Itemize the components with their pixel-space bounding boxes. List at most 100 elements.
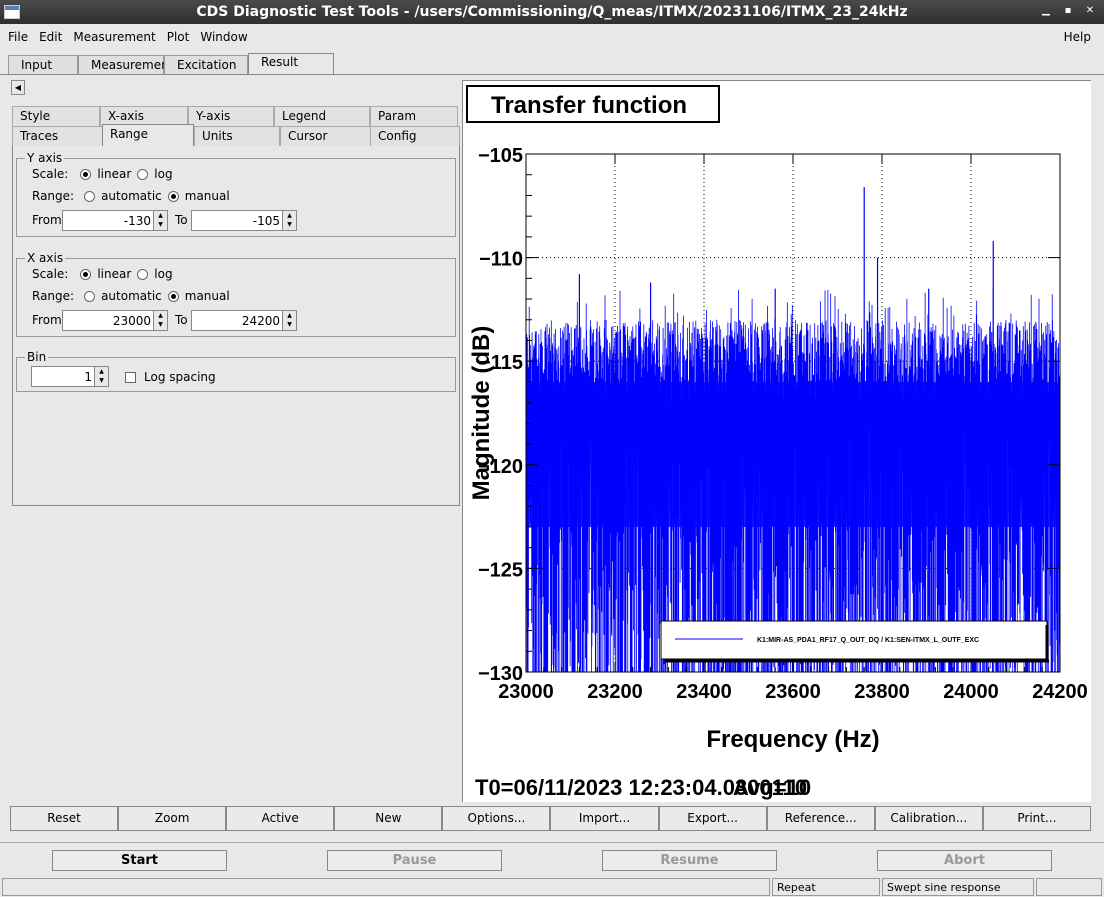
measurement-control-row: Start Pause Resume Abort xyxy=(0,842,1104,876)
subtab-y-axis[interactable]: Y-axis xyxy=(188,106,274,126)
y-range-manual-label: manual xyxy=(184,189,230,203)
menu-plot[interactable]: Plot xyxy=(163,30,194,44)
x-axis-legend: X axis xyxy=(27,251,64,265)
trace-dense-band xyxy=(526,381,1060,527)
tab-result[interactable]: Result xyxy=(248,53,334,75)
app-icon xyxy=(4,5,20,19)
tab-divider xyxy=(0,74,1104,75)
y-from-input[interactable]: -130 ▲ ▼ xyxy=(62,210,168,231)
y-to-spin-arrows-icon[interactable]: ▲ ▼ xyxy=(282,211,296,230)
menu-edit[interactable]: Edit xyxy=(35,30,66,44)
y-axis-legend: Y axis xyxy=(27,151,63,165)
resume-button[interactable]: Resume xyxy=(602,850,777,871)
reference-button[interactable]: Reference... xyxy=(766,806,875,831)
menu-measurement[interactable]: Measurement xyxy=(69,30,159,44)
x-tick-label: 23200 xyxy=(587,681,643,703)
x-scale-log-label: log xyxy=(154,267,173,281)
subtab-config[interactable]: Config xyxy=(370,126,460,146)
y-tick-label: −125 xyxy=(478,559,523,581)
plot-button-row: Reset Zoom Active New Options... Import.… xyxy=(10,806,1091,832)
x-scale-linear-radio[interactable] xyxy=(80,268,92,280)
subtab-traces[interactable]: Traces xyxy=(12,126,104,146)
menu-file[interactable]: File xyxy=(4,30,32,44)
subtab-cursor[interactable]: Cursor xyxy=(280,126,376,146)
y-to-input[interactable]: -105 ▲ ▼ xyxy=(191,210,297,231)
title-bar: CDS Diagnostic Test Tools - /users/Commi… xyxy=(0,0,1104,24)
x-range-automatic-radio[interactable] xyxy=(84,290,96,302)
start-button[interactable]: Start xyxy=(52,850,227,871)
log-spacing-checkbox[interactable] xyxy=(125,371,136,383)
x-tick-label: 24200 xyxy=(1032,681,1088,703)
legend-entry: K1:MIR-AS_PDA1_RF17_Q_OUT_DQ / K1:SEN-IT… xyxy=(757,637,979,644)
x-from-input[interactable]: 23000 ▲ ▼ xyxy=(62,310,168,331)
subtab-legend[interactable]: Legend xyxy=(274,106,370,126)
avg-count: Avg=10 xyxy=(733,775,811,800)
main-tabs: Input Measurement Excitation Result xyxy=(8,53,334,75)
x-range-label: Range: xyxy=(32,289,75,303)
print-button[interactable]: Print... xyxy=(982,806,1091,831)
log-spacing-label: Log spacing xyxy=(144,370,216,384)
calibration-button[interactable]: Calibration... xyxy=(874,806,983,831)
options-button[interactable]: Options... xyxy=(442,806,551,831)
y-scale-log-radio[interactable] xyxy=(137,168,149,180)
collapse-left-arrow-icon[interactable]: ◀ xyxy=(11,80,25,95)
x-tick-label: 24000 xyxy=(943,681,999,703)
plot-title: Transfer function xyxy=(491,92,687,119)
y-range-automatic-label: automatic xyxy=(101,189,162,203)
pause-button[interactable]: Pause xyxy=(327,850,502,871)
x-tick-label: 23600 xyxy=(765,681,821,703)
x-range-manual-label: manual xyxy=(184,289,230,303)
reset-button[interactable]: Reset xyxy=(10,806,119,831)
x-to-label: To xyxy=(175,313,188,327)
x-to-spin-arrows-icon[interactable]: ▲ ▼ xyxy=(282,311,296,330)
minimize-icon[interactable]: ▁ xyxy=(1038,3,1054,19)
y-scale-log-label: log xyxy=(154,167,173,181)
menu-window[interactable]: Window xyxy=(196,30,251,44)
menu-help[interactable]: Help xyxy=(1060,30,1095,44)
status-bar: Repeat Swept sine response xyxy=(0,877,1104,897)
new-button[interactable]: New xyxy=(334,806,443,831)
subtab-range[interactable]: Range xyxy=(102,124,194,146)
y-from-spin-arrows-icon[interactable]: ▲ ▼ xyxy=(153,211,167,230)
x-from-spin-arrows-icon[interactable]: ▲ ▼ xyxy=(153,311,167,330)
y-range-automatic-radio[interactable] xyxy=(84,190,96,202)
x-range-manual-radio[interactable] xyxy=(167,290,179,302)
subtab-param[interactable]: Param xyxy=(370,106,458,126)
active-button[interactable]: Active xyxy=(226,806,335,831)
close-icon[interactable]: ✕ xyxy=(1082,3,1098,19)
plot-canvas[interactable]: Transfer function −105 −110 −115 −120 −125 −1… xyxy=(462,80,1091,802)
y-tick-label: −110 xyxy=(479,249,523,271)
subtab-x-axis[interactable]: X-axis xyxy=(100,106,188,126)
bin-value: 1 xyxy=(84,370,92,384)
y-scale-label: Scale: xyxy=(32,167,69,181)
export-button[interactable]: Export... xyxy=(658,806,767,831)
subtab-style[interactable]: Style xyxy=(12,106,100,126)
zoom-button[interactable]: Zoom xyxy=(118,806,227,831)
y-scale-linear-radio[interactable] xyxy=(80,168,92,180)
x-scale-log-radio[interactable] xyxy=(137,268,149,280)
range-settings-panel: Y axis Scale: linear log Range: automati… xyxy=(12,146,460,506)
x-scale-label: Scale: xyxy=(32,267,69,281)
maximize-icon[interactable]: ▪ xyxy=(1060,3,1076,19)
y-range-manual-radio[interactable] xyxy=(167,190,179,202)
x-tick-label: 23800 xyxy=(854,681,910,703)
tab-measurement[interactable]: Measurement xyxy=(78,55,173,75)
x-from-label: From xyxy=(32,313,62,327)
tab-input[interactable]: Input xyxy=(8,55,78,75)
bin-input[interactable]: 1 ▲ ▼ xyxy=(31,366,109,387)
status-repeat: Repeat xyxy=(772,878,880,896)
y-from-value: -130 xyxy=(123,214,151,228)
abort-button[interactable]: Abort xyxy=(877,850,1052,871)
y-to-value: -105 xyxy=(252,214,280,228)
y-to-label: To xyxy=(175,213,188,227)
x-axis-label: Frequency (Hz) xyxy=(706,726,879,753)
x-tick-label: 23000 xyxy=(498,681,554,703)
tab-excitation[interactable]: Excitation xyxy=(164,55,248,75)
import-button[interactable]: Import... xyxy=(550,806,659,831)
y-tick-label: −105 xyxy=(478,145,523,167)
subtab-units[interactable]: Units xyxy=(194,126,280,146)
y-range-label: Range: xyxy=(32,189,75,203)
x-to-input[interactable]: 24200 ▲ ▼ xyxy=(191,310,297,331)
bin-spin-arrows-icon[interactable]: ▲ ▼ xyxy=(94,367,108,386)
transfer-function-plot[interactable]: Transfer function −105−110−115−120−125−1… xyxy=(463,81,1092,803)
